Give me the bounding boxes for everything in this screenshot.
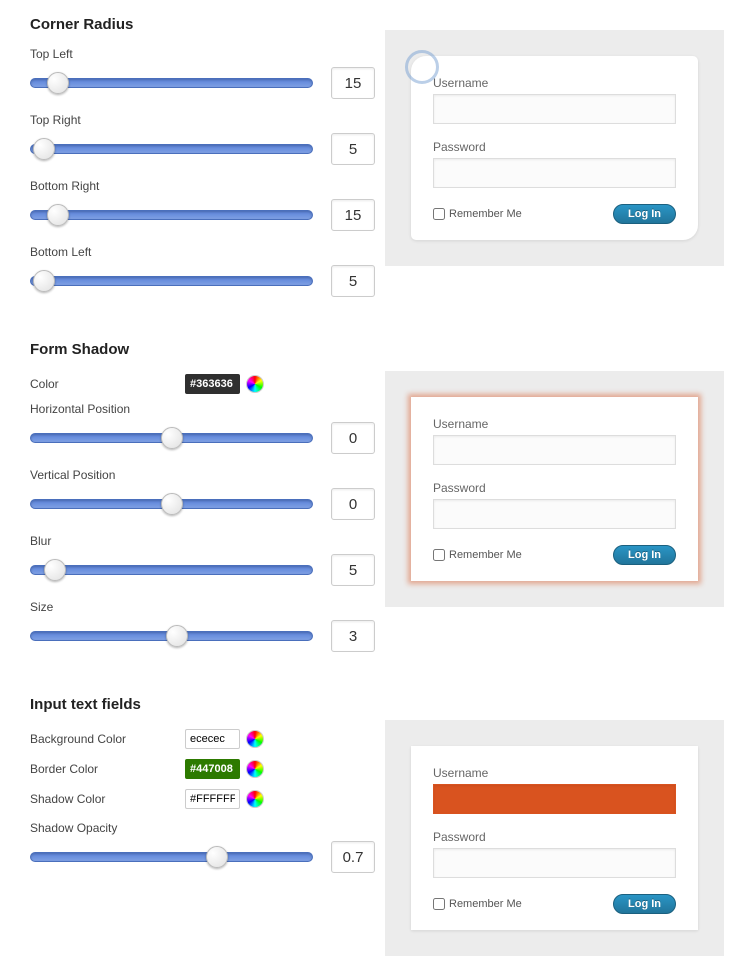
preview3-username-input[interactable] [433,784,676,814]
colorpicker-icon[interactable] [246,375,264,393]
top-left-slider[interactable] [30,72,313,94]
shadowcolor-label: Shadow Color [30,792,185,806]
bordercolor-label: Border Color [30,762,185,776]
bgcolor-label: Background Color [30,732,185,746]
vpos-label: Vertical Position [30,468,375,482]
preview2-login-button[interactable]: Log In [613,545,676,565]
section-input-fields-title: Input text fields [30,696,375,713]
top-right-slider[interactable] [30,138,313,160]
preview3-remember[interactable]: Remember Me [433,898,522,910]
top-left-value[interactable] [331,67,375,99]
preview3-remember-checkbox[interactable] [433,898,445,910]
size-label: Size [30,600,375,614]
shadow-color-input[interactable] [185,374,240,394]
bordercolor-input[interactable] [185,759,240,779]
preview3-password-label: Password [433,830,676,844]
preview3-username-label: Username [433,766,676,780]
preview-username-input[interactable] [433,94,676,124]
input-fields-preview: Username Password Remember Me Log In [385,720,724,956]
form-shadow-preview: Username Password Remember Me Log In [385,371,724,607]
vpos-value[interactable] [331,488,375,520]
hpos-label: Horizontal Position [30,402,375,416]
opacity-label: Shadow Opacity [30,821,375,835]
preview3-login-button[interactable]: Log In [613,894,676,914]
bottom-left-value[interactable] [331,265,375,297]
section-form-shadow-title: Form Shadow [30,341,375,358]
preview-remember-checkbox[interactable] [433,208,445,220]
colorpicker-icon[interactable] [246,790,264,808]
opacity-value[interactable] [331,841,375,873]
preview-remember-label: Remember Me [449,208,522,220]
bgcolor-input[interactable] [185,729,240,749]
preview-username-label: Username [433,76,676,90]
preview2-password-input[interactable] [433,499,676,529]
preview-remember[interactable]: Remember Me [433,208,522,220]
hpos-value[interactable] [331,422,375,454]
colorpicker-icon[interactable] [246,760,264,778]
size-value[interactable] [331,620,375,652]
preview2-password-label: Password [433,481,676,495]
bottom-left-label: Bottom Left [30,245,375,259]
preview2-remember[interactable]: Remember Me [433,549,522,561]
preview2-remember-label: Remember Me [449,549,522,561]
vpos-slider[interactable] [30,493,313,515]
corner-radius-preview: Username Password Remember Me Log In [385,30,724,266]
blur-slider[interactable] [30,559,313,581]
shadowcolor-input[interactable] [185,789,240,809]
shadow-color-label: Color [30,377,185,391]
preview-password-input[interactable] [433,158,676,188]
preview-password-label: Password [433,140,676,154]
preview2-username-input[interactable] [433,435,676,465]
bottom-right-value[interactable] [331,199,375,231]
size-slider[interactable] [30,625,313,647]
preview2-username-label: Username [433,417,676,431]
blur-value[interactable] [331,554,375,586]
opacity-slider[interactable] [30,846,313,868]
colorpicker-icon[interactable] [246,730,264,748]
preview2-remember-checkbox[interactable] [433,549,445,561]
hpos-slider[interactable] [30,427,313,449]
bottom-left-slider[interactable] [30,270,313,292]
section-corner-radius-title: Corner Radius [30,16,375,33]
preview3-password-input[interactable] [433,848,676,878]
top-right-value[interactable] [331,133,375,165]
top-left-label: Top Left [30,47,375,61]
bottom-right-label: Bottom Right [30,179,375,193]
preview3-remember-label: Remember Me [449,898,522,910]
preview-login-button[interactable]: Log In [613,204,676,224]
blur-label: Blur [30,534,375,548]
bottom-right-slider[interactable] [30,204,313,226]
top-right-label: Top Right [30,113,375,127]
